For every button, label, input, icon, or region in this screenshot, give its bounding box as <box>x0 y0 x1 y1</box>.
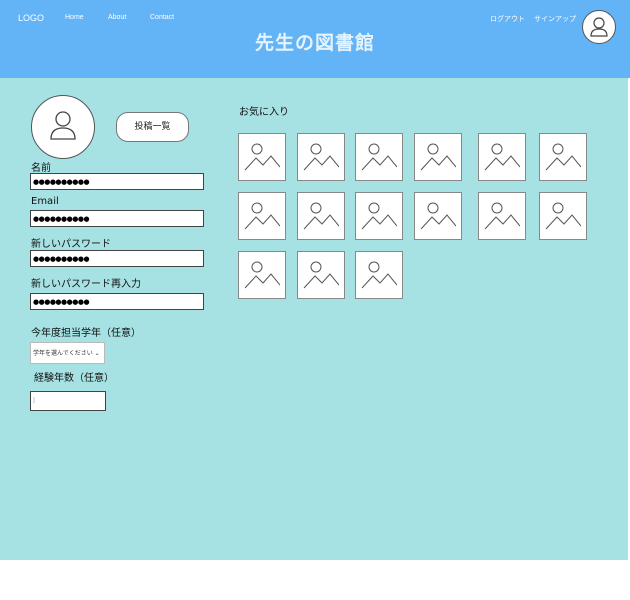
image-placeholder-icon <box>303 202 339 230</box>
favorite-thumbnail[interactable] <box>297 192 345 240</box>
favorite-thumbnail[interactable] <box>238 251 286 299</box>
favorite-thumbnail[interactable] <box>297 251 345 299</box>
profile-avatar[interactable] <box>31 95 95 159</box>
nav-contact[interactable]: Contact <box>150 14 174 21</box>
image-placeholder-icon <box>361 202 397 230</box>
main-content: 投稿一覧 名前 ●●●●●●●●●● Email ●●●●●●●●●● 新しいパ… <box>0 78 629 560</box>
image-placeholder-icon <box>420 202 456 230</box>
header-avatar[interactable] <box>582 10 616 44</box>
image-placeholder-icon <box>244 143 280 171</box>
chevron-down-icon: ⌄ <box>94 350 100 357</box>
nav-about[interactable]: About <box>108 14 126 21</box>
favorite-thumbnail[interactable] <box>355 133 403 181</box>
favorite-thumbnail[interactable] <box>297 133 345 181</box>
name-field[interactable]: ●●●●●●●●●● <box>30 173 204 190</box>
nav-home[interactable]: Home <box>65 14 84 21</box>
email-field[interactable]: ●●●●●●●●●● <box>30 210 204 227</box>
favorite-thumbnail[interactable] <box>414 133 462 181</box>
grade-select[interactable]: 学年を選んでください ⌄ <box>30 342 105 364</box>
image-placeholder-icon <box>484 202 520 230</box>
image-placeholder-icon <box>361 143 397 171</box>
image-placeholder-icon <box>244 202 280 230</box>
email-label: Email <box>31 196 59 207</box>
confirm-password-label: 新しいパスワード再入力 <box>31 279 141 290</box>
logo[interactable]: LOGO <box>18 13 44 23</box>
image-placeholder-icon <box>545 202 581 230</box>
grade-label: 今年度担当学年（任意） <box>31 328 141 339</box>
favorites-title: お気に入り <box>239 107 289 118</box>
new-password-label: 新しいパスワード <box>31 239 111 250</box>
site-title: 先生の図書館 <box>254 32 375 54</box>
image-placeholder-icon <box>244 261 280 289</box>
favorite-thumbnail[interactable] <box>478 133 526 181</box>
favorite-thumbnail[interactable] <box>238 192 286 240</box>
image-placeholder-icon <box>303 261 339 289</box>
new-password-field[interactable]: ●●●●●●●●●● <box>30 250 204 267</box>
favorite-thumbnail[interactable] <box>414 192 462 240</box>
image-placeholder-icon <box>420 143 456 171</box>
signup-link[interactable]: サインアップ <box>534 14 576 24</box>
favorite-thumbnail[interactable] <box>478 192 526 240</box>
header: LOGO Home About Contact ログアウト サインアップ 先生の… <box>0 0 630 78</box>
image-placeholder-icon <box>545 143 581 171</box>
years-label: 経験年数（任意） <box>34 373 114 384</box>
image-placeholder-icon <box>303 143 339 171</box>
image-placeholder-icon <box>484 143 520 171</box>
confirm-password-field[interactable]: ●●●●●●●●●● <box>30 293 204 310</box>
years-input[interactable]: | <box>30 391 106 411</box>
favorite-thumbnail[interactable] <box>355 251 403 299</box>
favorite-thumbnail[interactable] <box>539 192 587 240</box>
name-label: 名前 <box>31 163 51 174</box>
post-list-button[interactable]: 投稿一覧 <box>116 112 189 142</box>
user-icon <box>590 17 608 37</box>
favorite-thumbnail[interactable] <box>355 192 403 240</box>
favorite-thumbnail[interactable] <box>539 133 587 181</box>
image-placeholder-icon <box>361 261 397 289</box>
grade-select-value: 学年を選んでください <box>33 350 93 357</box>
favorite-thumbnail[interactable] <box>238 133 286 181</box>
user-icon <box>50 111 76 140</box>
logout-link[interactable]: ログアウト <box>490 14 525 24</box>
